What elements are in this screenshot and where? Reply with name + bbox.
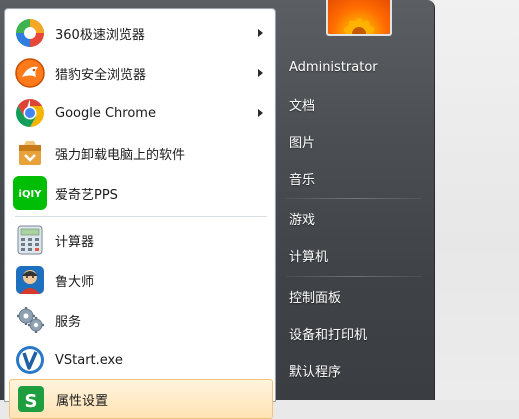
program-label: 360极速浏览器	[55, 27, 145, 43]
program-label: VStart.exe	[55, 352, 123, 368]
svg-text:iQIY: iQIY	[19, 189, 43, 200]
uninstall-icon	[13, 136, 47, 170]
ludashi-icon	[13, 263, 47, 297]
right-item-label: 游戏	[289, 212, 316, 228]
right-item-administrator[interactable]: Administrator	[282, 51, 426, 83]
right-item-devices-printers[interactable]: 设备和打印机	[282, 317, 426, 349]
right-item-label: 音乐	[289, 172, 316, 188]
program-label: 计算器	[55, 234, 95, 250]
right-item-label: Administrator	[289, 59, 378, 75]
program-services[interactable]: 服务	[9, 301, 271, 339]
user-avatar[interactable]	[326, 0, 392, 36]
program-label: 猎豹安全浏览器	[55, 67, 147, 83]
right-item-label: 默认程序	[289, 364, 342, 380]
separator	[286, 198, 422, 199]
right-item-games[interactable]: 游戏	[282, 202, 426, 234]
program-ludashi[interactable]: 鲁大师	[9, 261, 271, 299]
program-settings[interactable]: S 属性设置	[9, 379, 273, 419]
right-item-pictures[interactable]: 图片	[282, 125, 426, 157]
vstart-icon	[13, 343, 47, 377]
program-label: 强力卸载电脑上的软件	[55, 147, 186, 163]
program-cheetah-browser[interactable]: 猎豹安全浏览器	[9, 54, 271, 92]
right-item-music[interactable]: 音乐	[282, 162, 426, 194]
right-item-label: 文档	[289, 98, 316, 114]
desktop-background	[434, 0, 519, 400]
submenu-arrow-icon[interactable]	[258, 109, 263, 117]
cheetah-browser-icon	[13, 56, 47, 90]
right-item-label: 控制面板	[289, 290, 342, 306]
right-item-label: 计算机	[289, 249, 329, 265]
separator	[286, 276, 422, 277]
right-item-computer[interactable]: 计算机	[282, 239, 426, 271]
program-uninstaller[interactable]: 强力卸载电脑上的软件	[9, 134, 271, 172]
program-label: Google Chrome	[55, 105, 156, 121]
separator	[15, 216, 267, 217]
right-item-default-programs[interactable]: 默认程序	[282, 354, 426, 386]
iqiyi-icon: iQIY	[13, 176, 47, 210]
submenu-arrow-icon[interactable]	[258, 29, 263, 37]
submenu-arrow-icon[interactable]	[258, 69, 263, 77]
program-vstart[interactable]: VStart.exe	[9, 341, 271, 379]
360-browser-icon	[13, 16, 47, 50]
right-item-documents[interactable]: 文档	[282, 88, 426, 120]
svg-text:S: S	[25, 391, 38, 412]
programs-panel: 360极速浏览器 猎豹安全浏览器 Google Chrome 强力卸载电脑上的软…	[4, 8, 276, 419]
services-icon	[13, 303, 47, 337]
right-item-control-panel[interactable]: 控制面板	[282, 280, 426, 312]
settings-icon: S	[14, 382, 48, 416]
program-google-chrome[interactable]: Google Chrome	[9, 94, 271, 132]
program-calculator[interactable]: 计算器	[9, 221, 271, 259]
program-iqiyi-pps[interactable]: iQIY 爱奇艺PPS	[9, 174, 271, 212]
right-item-label: 设备和打印机	[289, 327, 368, 343]
program-360-browser[interactable]: 360极速浏览器	[9, 14, 271, 52]
program-label: 属性设置	[56, 393, 109, 409]
calculator-icon	[13, 223, 47, 257]
program-label: 爱奇艺PPS	[55, 187, 118, 203]
program-label: 鲁大师	[55, 274, 95, 290]
right-item-label: 图片	[289, 135, 316, 151]
chrome-icon	[13, 96, 47, 130]
program-label: 服务	[55, 314, 82, 330]
